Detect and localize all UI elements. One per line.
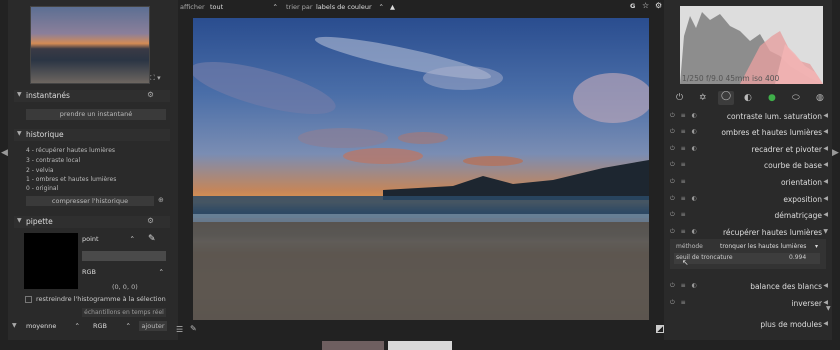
right-collapse-arrow-icon[interactable]: ▶ <box>832 148 839 158</box>
color-picker-title: pipette <box>26 217 53 226</box>
history-item[interactable]: 0 - original <box>26 185 58 192</box>
snapshots-header[interactable]: ▼ instantanés ⚙ <box>14 90 170 102</box>
picker-mode-select[interactable]: point ⌃ <box>82 235 137 245</box>
top-toolbar: afficher tout ⌃ trier par labels de coule… <box>178 0 673 14</box>
exif-info: 1/250 f/9.0 45mm iso 400 <box>682 74 780 83</box>
favorites-star-icon[interactable]: ✡ <box>699 93 707 103</box>
add-sample-button[interactable]: ajouter <box>139 321 167 331</box>
method-select[interactable]: tronquer les hautes lumières ▾ <box>720 243 820 250</box>
picker-colorspace-select[interactable]: RGB ⌃ <box>82 268 166 278</box>
filmstrip-thumbnail[interactable] <box>322 341 384 350</box>
sort-direction-icon[interactable]: ▲ <box>390 3 395 11</box>
expand-arrow-icon: ▼ <box>17 91 22 98</box>
module-icons[interactable]: ⏻ ≡ <box>670 211 688 219</box>
correct-group-icon[interactable]: ⬭ <box>792 93 800 103</box>
history-title: historique <box>26 130 64 139</box>
history-item[interactable]: 1 - ombres et hautes lumières <box>26 176 116 183</box>
module-icons[interactable]: ⏻ ≡ <box>670 178 688 186</box>
history-item[interactable]: 3 - contraste local <box>26 157 80 164</box>
scroll-arrow-icon[interactable]: ▼ <box>826 305 831 312</box>
module-row[interactable]: ⏻ ≡ courbe de base ◀ <box>668 158 828 173</box>
collapse-arrow-icon[interactable]: ▼ <box>12 322 17 329</box>
sample-colorspace-select[interactable]: RGB ⌃ <box>93 322 133 330</box>
base-group-icon[interactable]: ◯ <box>718 91 734 105</box>
histogram[interactable]: 1/250 f/9.0 45mm iso 400 <box>680 6 823 84</box>
power-icon[interactable]: ⏻ <box>676 93 683 103</box>
module-row[interactable]: ⏻ ≡ ◐ exposition ◀ <box>668 192 828 207</box>
module-icons[interactable]: ⏻ ≡ ◐ <box>670 282 699 290</box>
sort-label: trier par <box>286 3 313 11</box>
statistic-select[interactable]: moyenne ⌃ <box>26 322 82 330</box>
color-picker-header[interactable]: ▼ pipette ⚙ <box>14 216 170 228</box>
filmstrip-thumbnail[interactable] <box>388 341 452 350</box>
navigation-thumbnail[interactable] <box>30 6 150 84</box>
color-swatch <box>24 233 78 289</box>
expand-arrow-icon: ▼ <box>17 130 22 137</box>
compress-history-button[interactable]: compresser l'historique <box>26 196 154 206</box>
module-icons[interactable]: ⏻ ≡ <box>670 161 688 169</box>
module-row[interactable]: ⏻ ≡ ◐ ombres et hautes lumières ◀ <box>668 125 828 140</box>
module-icons[interactable]: ⏻ ≡ ◐ <box>670 128 699 136</box>
picker-area-select[interactable] <box>82 251 166 261</box>
module-row[interactable]: ⏻ ≡ ◐ balance des blancs ◀ <box>668 279 828 294</box>
module-row[interactable]: ⏻ ≡ ◐ recadrer et pivoter ◀ <box>668 142 828 157</box>
module-row-expanded[interactable]: ⏻ ≡ ◐ récupérer hautes lumières ▼ <box>668 225 828 240</box>
zoom-icon[interactable]: ⛶ ▾ <box>150 74 161 83</box>
module-row[interactable]: ⏻ ≡ dématriçage ◀ <box>668 208 828 223</box>
take-snapshot-button[interactable]: prendre un instantané <box>26 109 166 120</box>
show-filter-select[interactable]: tout ⌃ <box>210 3 278 11</box>
module-icons[interactable]: ⏻ ≡ ◐ <box>670 112 699 120</box>
method-label: méthode <box>676 243 703 250</box>
module-icons[interactable]: ⏻ ≡ ◐ <box>670 195 699 203</box>
effects-group-icon[interactable]: ◍ <box>816 93 824 103</box>
history-item[interactable]: 4 - récupérer hautes lumières <box>26 147 115 154</box>
settings-gear-icon[interactable]: ⚙ <box>655 1 662 10</box>
history-header[interactable]: ▼ historique <box>14 129 170 141</box>
grouping-icon[interactable]: G <box>630 2 635 10</box>
styles-icon[interactable]: ✎ <box>190 324 197 333</box>
module-expanded-panel: méthode tronquer les hautes lumières ▾ se… <box>670 239 826 269</box>
live-samples-toggle[interactable]: échantillons en temps réel <box>82 308 166 317</box>
color-group-icon[interactable]: ● <box>768 93 776 103</box>
threshold-value: 0.994 <box>789 254 807 261</box>
more-modules-row[interactable]: plus de modules ◀ <box>668 317 828 332</box>
sort-select[interactable]: labels de couleur ⌃ <box>316 3 384 11</box>
restrict-histogram-checkbox[interactable] <box>25 296 32 303</box>
tone-group-icon[interactable]: ◐ <box>744 93 752 103</box>
left-collapse-arrow-icon[interactable]: ◀ <box>1 148 8 158</box>
restrict-histogram-label: restreindre l'histogramme à la sélection <box>36 295 166 303</box>
lock-icon[interactable]: ⊕ <box>158 196 164 204</box>
mouse-cursor-icon: ↖ <box>682 258 689 267</box>
preset-icon[interactable]: ⚙ <box>147 216 154 225</box>
history-item[interactable]: 2 - velvia <box>26 167 54 174</box>
module-icons[interactable]: ⏻ ≡ ◐ <box>670 145 699 153</box>
module-icons[interactable]: ⏻ ≡ <box>670 299 688 307</box>
color-picker-icon[interactable]: ✎ <box>148 234 156 244</box>
menu-icon[interactable]: ☰ <box>176 325 183 334</box>
star-icon[interactable]: ☆ <box>642 1 649 10</box>
expand-arrow-icon: ▼ <box>17 217 22 224</box>
picker-value: (0, 0, 0) <box>112 283 138 291</box>
module-icons[interactable]: ⏻ ≡ ◐ <box>670 228 699 236</box>
snapshots-title: instantanés <box>26 91 70 100</box>
overexposure-icon[interactable] <box>656 325 664 333</box>
main-image[interactable] <box>193 18 649 320</box>
module-row[interactable]: ⏻ ≡ ◐ contraste lum. saturation ◀ <box>668 109 828 124</box>
show-label: afficher <box>180 3 205 11</box>
preset-icon[interactable]: ⚙ <box>147 90 154 99</box>
module-row[interactable]: ⏻ ≡ orientation ◀ <box>668 175 828 190</box>
module-row[interactable]: ⏻ ≡ inverser ◀ <box>668 296 828 311</box>
